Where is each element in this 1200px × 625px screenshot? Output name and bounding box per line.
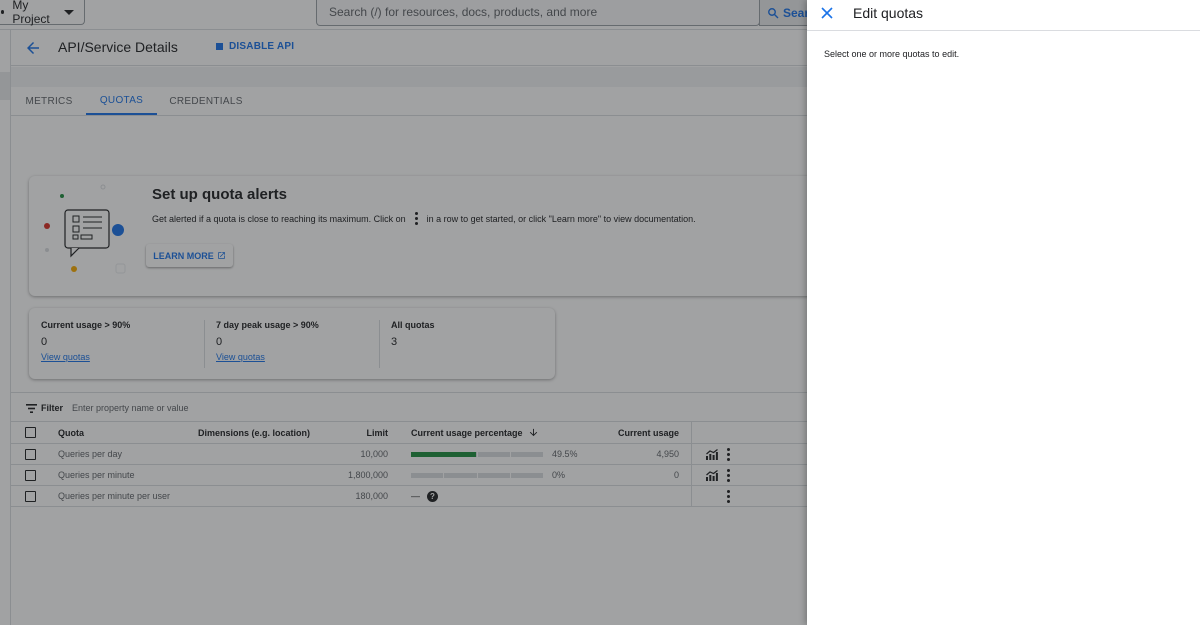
- panel-message: Select one or more quotas to edit.: [824, 49, 960, 59]
- panel-title: Edit quotas: [853, 5, 924, 21]
- modal-scrim[interactable]: [0, 0, 807, 625]
- panel-header: Edit quotas: [807, 0, 1200, 31]
- edit-quotas-panel: Edit quotas Select one or more quotas to…: [807, 0, 1200, 625]
- close-icon[interactable]: [820, 6, 834, 20]
